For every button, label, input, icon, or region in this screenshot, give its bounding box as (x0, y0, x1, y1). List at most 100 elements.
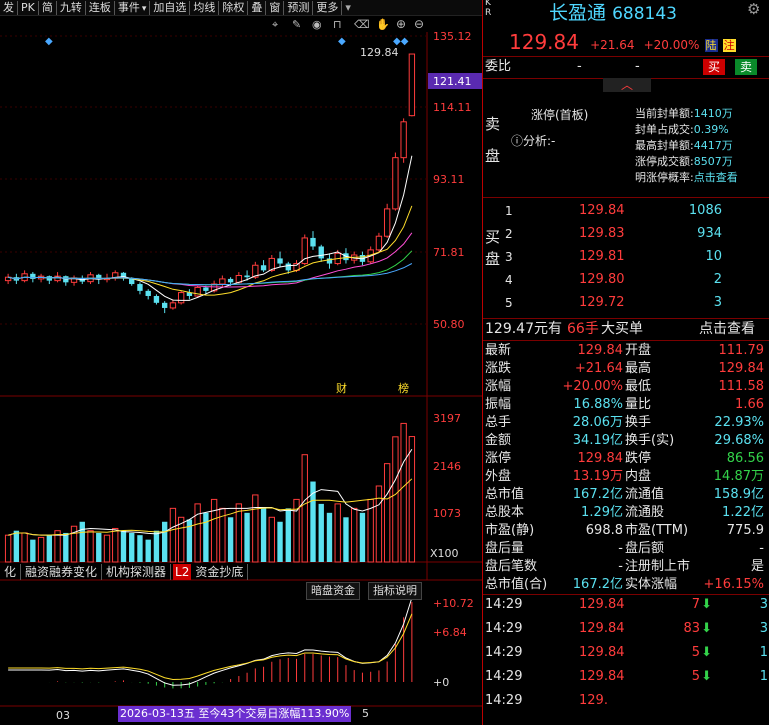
quote-value: 22.93% (714, 415, 764, 430)
tick-time: 14:29 (485, 597, 523, 612)
tick-price: 129.84 (579, 669, 625, 684)
eye-icon[interactable]: ◉ (312, 18, 322, 31)
bid-level-row[interactable]: 5 129.72 3 (483, 294, 769, 312)
bid-volume: 3 (713, 295, 722, 310)
toolbar-item-forecast[interactable]: 预测 (284, 0, 314, 15)
big-buy-link[interactable]: 点击查看 (699, 320, 755, 338)
quote-value: 28.06万 (572, 415, 623, 430)
toolbar-item-add-watchlist[interactable]: 加自选 (150, 0, 191, 15)
tab-bottom-fishing[interactable]: 资金抄底 (191, 564, 249, 580)
quote-value: 1.29亿 (581, 505, 623, 520)
volume-tick-label: 3197 (433, 412, 461, 425)
quote-label: 开盘 (625, 343, 652, 358)
kline-chart[interactable]: ⌖ ✎ ◉ ⊓ ⌫ ✋ ⊕ ⊖ 135.12 114.11 93.11 71.8… (0, 16, 482, 725)
indicator-tick-label: +6.84 (433, 626, 467, 639)
toolbar-item-more[interactable]: 更多 (313, 0, 343, 15)
hand-icon[interactable]: ✋ (376, 18, 390, 31)
tag-lu: 陆 (704, 39, 718, 52)
tab-margin-trading[interactable]: 融资融券变化 (21, 564, 103, 580)
quote-label: 市盈(TTM) (625, 523, 689, 538)
quote-value: 34.19亿 (572, 433, 623, 448)
toolbar-item-pk[interactable]: PK (18, 0, 39, 15)
finance-marker[interactable]: 财 (336, 381, 347, 395)
ranking-marker[interactable]: 榜 (398, 381, 409, 395)
toolbar-item-ma[interactable]: 均线 (190, 0, 220, 15)
pencil-icon[interactable]: ✎ (292, 18, 301, 31)
volume-tick-label: 1073 (433, 507, 461, 520)
toolbar-item-exright[interactable]: 除权 (219, 0, 249, 15)
chart-area[interactable]: ⌖ ✎ ◉ ⊓ ⌫ ✋ ⊕ ⊖ 135.12 114.11 93.11 71.8… (0, 16, 482, 725)
stat-value: 1410万 (693, 107, 733, 120)
volume-bar (194, 503, 201, 563)
toolbar-item-events[interactable]: 事件 (115, 0, 151, 15)
volume-bar (318, 503, 324, 562)
diamond-marker-icon[interactable]: ◆ (45, 36, 53, 47)
candle-body (153, 295, 160, 303)
indicator-help-button[interactable]: 指标说明 (368, 582, 422, 600)
diamond-marker-icon[interactable]: ◆ (338, 36, 346, 47)
bid-level: 1 (505, 204, 513, 218)
toolbar-item-window[interactable]: 窗 (266, 0, 285, 15)
flag-k: K (485, 0, 491, 8)
sell-button[interactable]: 卖 (735, 59, 758, 75)
indicator-tick-label: +0 (433, 676, 449, 689)
toolbar-item-lianban[interactable]: 连板 (86, 0, 115, 15)
bid-level-row[interactable]: 2 129.83 934 (483, 225, 769, 243)
volume-bar (285, 508, 291, 562)
volume-bar (359, 512, 366, 562)
candle-body (177, 292, 185, 304)
quote-label: 量比 (625, 397, 652, 412)
trash-icon[interactable]: ⌫ (354, 18, 370, 31)
quote-value: 是 (750, 559, 764, 574)
down-arrow-icon: ⬇ (701, 669, 712, 684)
tab-institution-detector[interactable]: 机构探测器 (102, 564, 172, 580)
candle-body (162, 302, 168, 308)
dark-pool-button[interactable]: 暗盘资金 (306, 582, 360, 600)
toolbar-item-jian[interactable]: 简 (39, 0, 57, 15)
toolbar-dropdown-icon[interactable]: ▾ (342, 1, 354, 15)
bid-level-row[interactable]: 3 129.81 10 (483, 248, 769, 266)
settings-gear-icon[interactable]: ⚙ (747, 0, 760, 18)
diamond-marker-icon[interactable]: ◆◆ (393, 36, 409, 47)
tick-extra: 3 (759, 597, 768, 612)
quote-row: 总股本 1.29亿 流通股 1.22亿 (483, 504, 769, 522)
ma-line (8, 263, 413, 286)
crosshair-icon[interactable]: ⌖ (272, 18, 278, 31)
toolbar-item-overlay[interactable]: 叠 (248, 0, 267, 15)
weibi-row: 委比 - - 买 卖 (483, 58, 769, 76)
analysis-row: ⓘ分析:- (511, 132, 555, 149)
quote-label: 最高 (625, 361, 652, 376)
candle-body (203, 287, 209, 291)
candle-body (277, 258, 283, 264)
limit-up-title: 涨停(首板) (531, 108, 589, 122)
volume-bar (79, 521, 85, 562)
quote-value: 14.87万 (713, 469, 764, 484)
bid-level-row[interactable]: 4 129.80 2 (483, 271, 769, 289)
volume-bar (137, 535, 143, 562)
candle-body (400, 121, 407, 159)
collapse-chevron-icon[interactable]: ︿ (603, 78, 651, 92)
bid-price: 129.83 (579, 226, 625, 241)
tick-time: 14:29 (485, 669, 523, 684)
tab-change[interactable]: 化 (0, 564, 22, 580)
volume-bar (343, 517, 349, 562)
quote-value: 111.79 (718, 343, 765, 358)
quote-label: 金额 (485, 433, 512, 448)
bid-volume: 2 (713, 272, 722, 287)
quote-row: 总手 28.06万 换手 22.93% (483, 414, 769, 432)
toolbar-item-jiuzhuan[interactable]: 九转 (57, 0, 86, 15)
limit-prob-link[interactable]: 点击查看 (694, 171, 738, 184)
zoom-out-icon[interactable]: ⊖ (414, 17, 424, 31)
buy-button[interactable]: 买 (703, 59, 726, 75)
bid-level-row[interactable]: 1 129.84 1086 (483, 202, 769, 220)
toolbar-item-fa[interactable]: 发 (0, 0, 18, 15)
info-icon[interactable]: ⓘ (511, 134, 523, 148)
weibi-value: - (577, 59, 582, 74)
quote-label: 实体涨幅 (625, 577, 678, 592)
candle-body (392, 157, 399, 210)
volume-bar (301, 454, 308, 563)
bid-price: 129.81 (579, 249, 625, 264)
quote-value: 129.84 (577, 343, 624, 358)
lock-icon[interactable]: ⊓ (333, 18, 342, 31)
zoom-in-icon[interactable]: ⊕ (396, 17, 406, 31)
